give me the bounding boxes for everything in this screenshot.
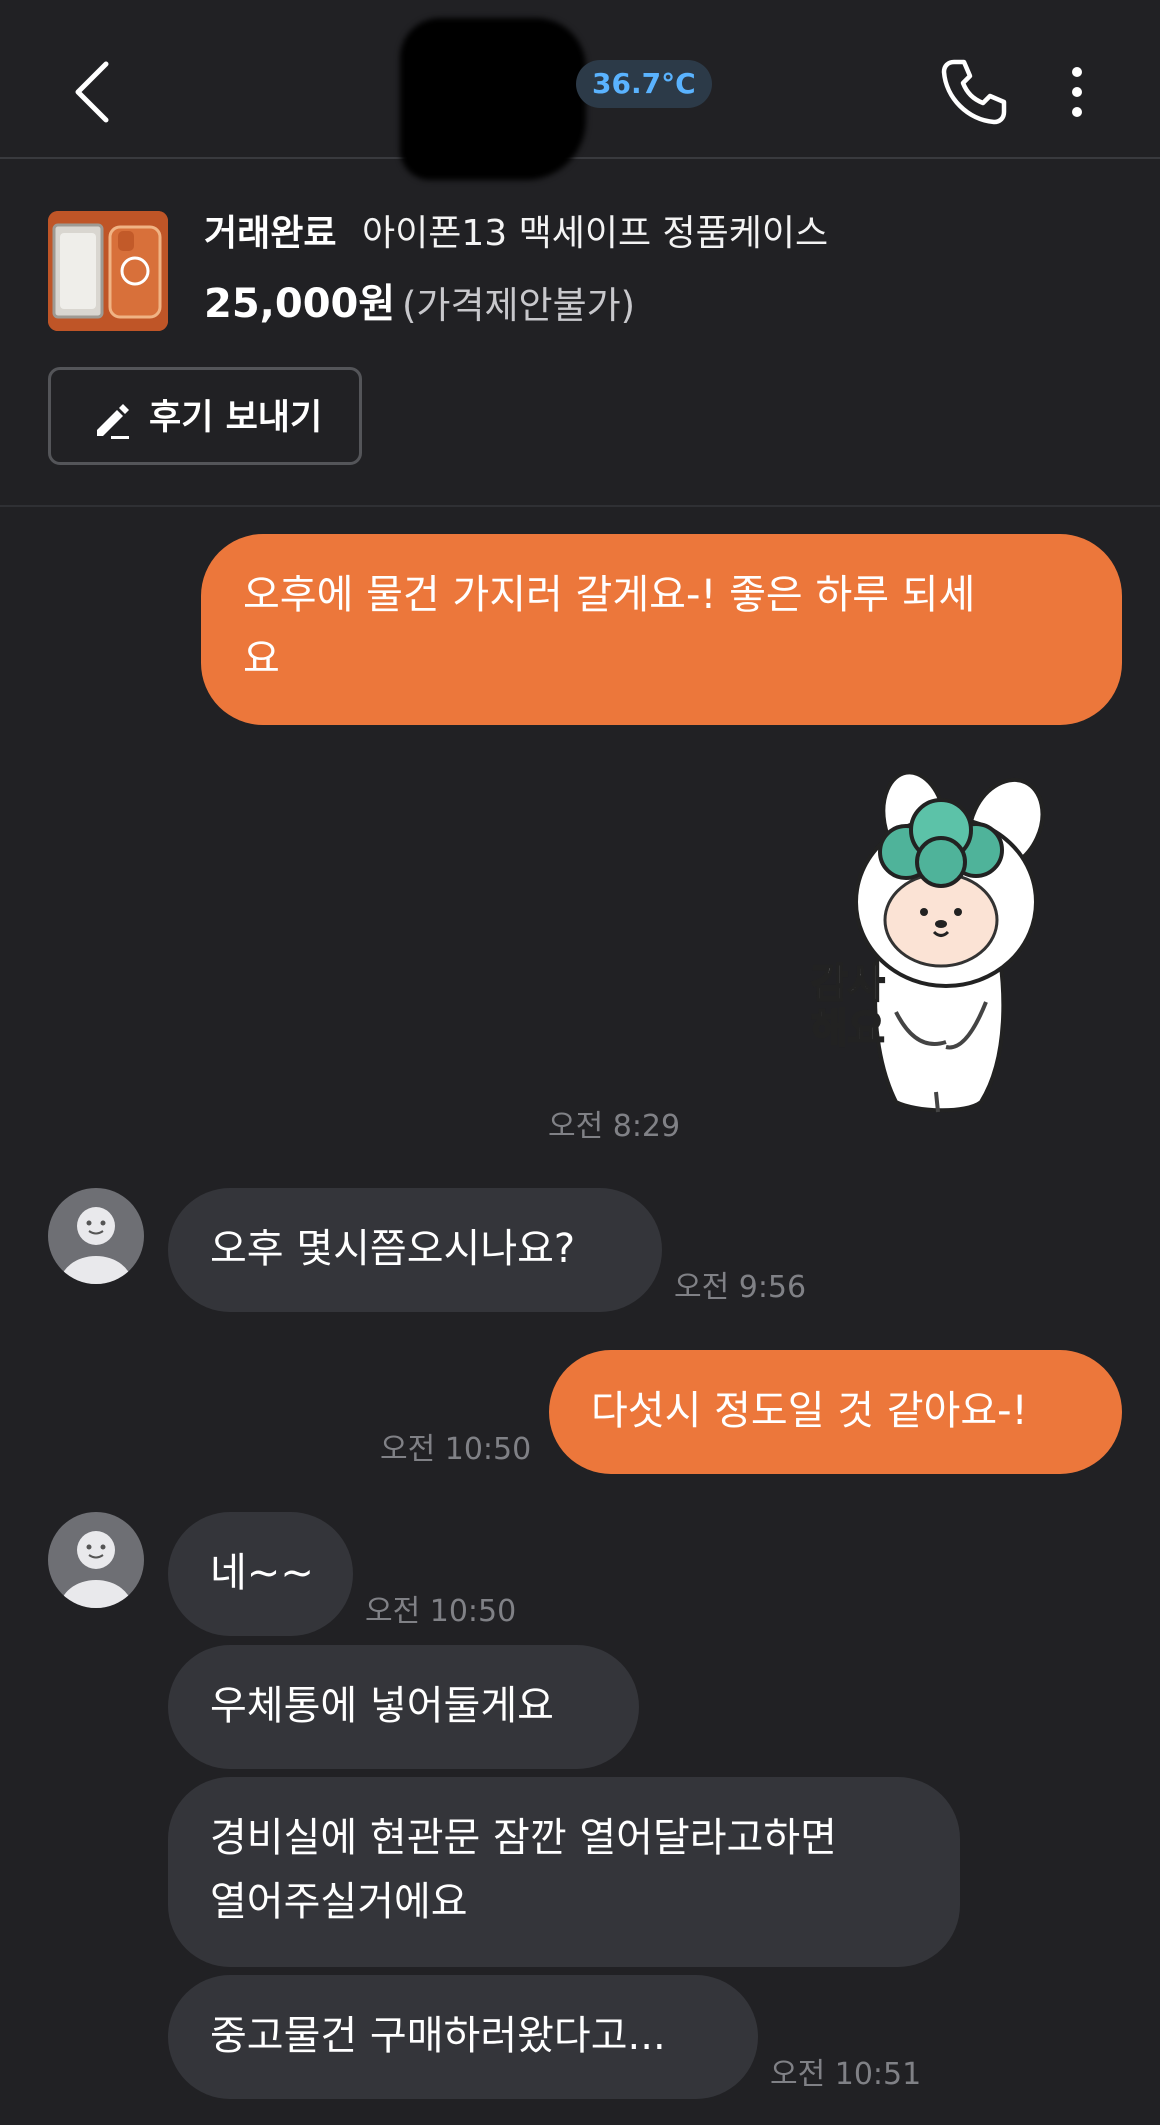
timestamp: 오전 10:51 xyxy=(770,2057,922,2092)
message-text: 중고물건 구매하러왔다고... xyxy=(210,2013,666,2059)
message-text: 우체통에 넣어둘게요 xyxy=(210,1683,554,1729)
message-bubble-received[interactable]: 경비실에 현관문 잠깐 열어달라고하면 열어주실거에요 xyxy=(168,1777,960,1967)
message-text: 네~~ xyxy=(210,1550,314,1596)
redacted-username xyxy=(400,18,586,180)
chevron-left-icon xyxy=(75,61,109,123)
product-thumbnail[interactable] xyxy=(48,211,168,331)
product-price: 25,000원 xyxy=(204,281,396,327)
timestamp: 오전 10:50 xyxy=(380,1432,532,1467)
message-bubble-received[interactable]: 네~~ xyxy=(168,1512,353,1636)
chat-header: 36.7°C xyxy=(0,0,1160,180)
thanks-bunny-sticker[interactable]: 감사 해요 xyxy=(766,762,1056,1132)
send-review-label: 후기 보내기 xyxy=(149,398,323,438)
message-bubble-received[interactable]: 오후 몇시쯤오시나요? xyxy=(168,1188,662,1312)
sticker-text: 해요 xyxy=(811,1006,885,1052)
message-text: 오후에 물건 가지러 갈게요-! 좋은 하루 되세 xyxy=(243,572,976,618)
product-title[interactable]: 아이폰13 맥세이프 정품케이스 xyxy=(362,210,828,258)
message-text: 경비실에 현관문 잠깐 열어달라고하면 xyxy=(210,1815,837,1861)
section-divider xyxy=(0,505,1160,507)
manner-temperature-badge: 36.7°C xyxy=(576,60,712,108)
back-button[interactable] xyxy=(62,52,122,132)
timestamp: 오전 9:56 xyxy=(674,1270,807,1305)
message-bubble-sent[interactable]: 다섯시 정도일 것 같아요-! xyxy=(549,1350,1122,1474)
more-options-button[interactable] xyxy=(1064,62,1090,122)
trade-status: 거래완료 xyxy=(204,213,337,254)
message-text: 열어주실거에요 xyxy=(210,1879,468,1925)
sticker-text: 감사 xyxy=(811,961,885,1007)
timestamp: 오전 10:50 xyxy=(365,1594,517,1629)
timestamp: 오전 8:29 xyxy=(548,1109,681,1144)
message-bubble-received[interactable]: 중고물건 구매하러왔다고... xyxy=(168,1975,758,2099)
message-bubble-received[interactable]: 우체통에 넣어둘게요 xyxy=(168,1645,639,1769)
message-text: 다섯시 정도일 것 같아요-! xyxy=(591,1388,1028,1434)
more-vertical-icon xyxy=(1072,67,1082,117)
default-avatar-icon xyxy=(48,1512,144,1608)
avatar[interactable] xyxy=(48,1188,144,1284)
default-avatar-icon xyxy=(48,1188,144,1284)
call-button[interactable] xyxy=(940,56,1008,126)
avatar[interactable] xyxy=(48,1512,144,1608)
pencil-icon xyxy=(97,404,129,439)
price-note: (가격제안불가) xyxy=(402,284,636,327)
message-text: 오후 몇시쯤오시나요? xyxy=(210,1226,576,1272)
phone-icon xyxy=(941,59,1007,125)
send-review-button[interactable]: 후기 보내기 xyxy=(48,367,362,465)
message-text: 요 xyxy=(243,636,280,682)
message-bubble-sent[interactable]: 오후에 물건 가지러 갈게요-! 좋은 하루 되세 요 xyxy=(201,534,1122,725)
